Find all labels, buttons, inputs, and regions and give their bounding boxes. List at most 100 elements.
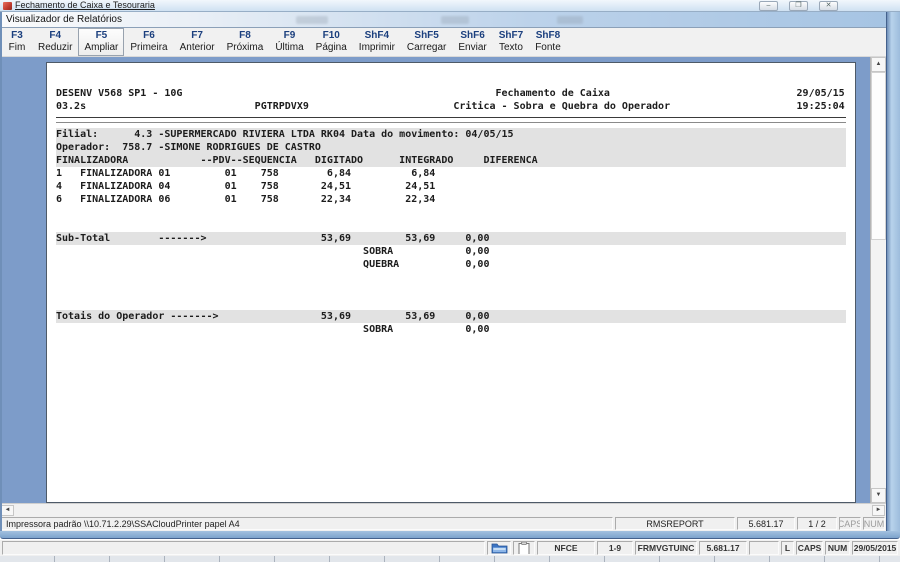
toolbar-button-enviar[interactable]: ShF6 Enviar <box>452 28 492 56</box>
app-caps-indicator: CAPS <box>796 541 823 555</box>
toolbar-button-próxima[interactable]: F8 Próxima <box>221 28 270 56</box>
toolbar-button-imprimir[interactable]: ShF4 Imprimir <box>353 28 401 56</box>
toolbar-button-reduzir[interactable]: F4 Reduzir <box>32 28 78 56</box>
report-line <box>56 284 846 297</box>
taskbar-strip[interactable] <box>0 556 900 562</box>
viewer-statusbar: Impressora padrão \\10.71.2.29\SSACloudP… <box>0 516 886 531</box>
scroll-up-icon[interactable]: ▲ <box>871 57 886 72</box>
toolbar-button-label: Reduzir <box>38 42 73 53</box>
report-body: DESENV V568 SP1 - 10G Fechamento de Caix… <box>56 87 846 336</box>
report-line: 1 FINALIZADORA 01 01 758 6,84 6,84 <box>56 168 436 179</box>
toolbar-key-label: ShF4 <box>364 30 390 41</box>
toolbar-button-label: Primeira <box>130 42 168 53</box>
page-indicator: 1 / 2 <box>797 517 837 530</box>
horizontal-scrollbar[interactable]: ◄ ► <box>0 503 886 516</box>
toolbar-button-texto[interactable]: ShF7 Texto <box>493 28 529 56</box>
titlebar-artifact <box>441 16 469 24</box>
app-form-name: FRMVGTUINC <box>635 541 697 555</box>
toolbar-button-carregar[interactable]: ShF5 Carregar <box>401 28 452 56</box>
report-line: QUEBRA 0,00 <box>56 259 490 270</box>
toolbar-button-label: Carregar <box>406 42 447 53</box>
toolbar-button-primeira[interactable]: F6 Primeira <box>124 28 173 56</box>
app-empty-cell <box>749 541 779 555</box>
toolbar-button-fim[interactable]: F3 Fim <box>2 28 32 56</box>
toolbar-key-label: ShF7 <box>498 30 524 41</box>
vertical-scroll-thumb[interactable] <box>871 72 886 240</box>
report-line: Filial: 4.3 -SUPERMERCADO RIVIERA LTDA R… <box>56 128 846 141</box>
report-line: FINALIZADORA --PDV--SEQUENCIA DIGITADO I… <box>56 154 846 167</box>
window-border-bottom <box>0 531 900 539</box>
report-page: DESENV V568 SP1 - 10G Fechamento de Caix… <box>46 62 856 503</box>
toolbar-key-label: ShF5 <box>414 30 439 41</box>
clipboard-icon <box>513 541 535 555</box>
app-num-indicator: NUM <box>825 541 850 555</box>
close-button[interactable]: ✕ <box>819 1 838 11</box>
toolbar-key-label: F6 <box>143 30 155 41</box>
toolbar-button-label: Anterior <box>179 42 215 53</box>
window-border-right <box>886 12 900 531</box>
toolbar-key-label: ShF6 <box>460 30 485 41</box>
app-version: 5.681.17 <box>699 541 747 555</box>
toolbar: F3 Fim F4 Reduzir F5 Ampliar F6 Primeira F7 Anter… <box>0 28 886 57</box>
app-statusbar: NFCE 1-9 FRMVGTUINC 5.681.17 L CAPS NUM 29/05/2… <box>0 539 900 556</box>
toolbar-key-label: F7 <box>191 30 203 41</box>
report-line: Operador: 758.7 -SIMONE RODRIGUES DE CAS… <box>56 141 846 154</box>
toolbar-button-última[interactable]: F9 Última <box>269 28 309 56</box>
toolbar-button-label: Fim <box>8 42 26 53</box>
app-icon <box>3 2 12 10</box>
minimize-button[interactable]: – <box>759 1 778 11</box>
report-line: SOBRA 0,00 <box>56 324 490 335</box>
toolbar-button-label: Página <box>315 42 347 53</box>
report-line <box>56 219 846 232</box>
report-name: RMSREPORT <box>615 517 735 530</box>
num-indicator: NUM <box>863 517 885 530</box>
toolbar-key-label: F10 <box>322 30 340 41</box>
titlebar-artifact <box>557 16 583 24</box>
report-line: DESENV V568 SP1 - 10G Fechamento de Caix… <box>56 88 845 99</box>
toolbar-button-ampliar[interactable]: F5 Ampliar <box>78 28 125 56</box>
app-status-message <box>2 541 485 555</box>
folder-icon <box>487 541 511 555</box>
app-flag-l: L <box>781 541 794 555</box>
scroll-left-icon[interactable]: ◄ <box>1 505 14 516</box>
vertical-scrollbar[interactable]: ▲ ▼ <box>870 57 886 503</box>
window-titlebar: Fechamento de Caixa e Tesouraria – ❐ ✕ <box>0 0 900 12</box>
toolbar-button-label: Ampliar <box>84 42 119 53</box>
toolbar-button-label: Fonte <box>535 42 561 53</box>
version-number: 5.681.17 <box>737 517 795 530</box>
printer-status: Impressora padrão \\10.71.2.29\SSACloudP… <box>1 517 613 530</box>
toolbar-key-label: F5 <box>95 30 108 41</box>
toolbar-key-label: ShF8 <box>535 30 561 41</box>
report-line: Sub-Total -------> 53,69 53,69 0,00 <box>56 232 846 245</box>
report-line <box>56 206 846 219</box>
app-flag-nfce: NFCE <box>537 541 595 555</box>
report-viewport: DESENV V568 SP1 - 10G Fechamento de Caix… <box>0 57 870 503</box>
toolbar-key-label: F4 <box>49 30 62 41</box>
restore-button[interactable]: ❐ <box>789 1 808 11</box>
window-border-left <box>0 12 2 531</box>
window-controls: – ❐ ✕ <box>759 1 838 11</box>
toolbar-button-label: Imprimir <box>358 42 395 53</box>
scroll-down-icon[interactable]: ▼ <box>871 488 886 503</box>
toolbar-button-página[interactable]: F10 Página <box>310 28 353 56</box>
report-line: 4 FINALIZADORA 04 01 758 24,51 24,51 <box>56 181 436 192</box>
titlebar-artifact <box>296 16 328 24</box>
toolbar-button-label: Enviar <box>458 42 487 53</box>
caps-indicator: CAPS <box>839 517 861 530</box>
toolbar-button-fonte[interactable]: ShF8 Fonte <box>529 28 567 56</box>
report-line: 6 FINALIZADORA 06 01 758 22,34 22,34 <box>56 194 436 205</box>
toolbar-key-label: F9 <box>283 30 296 41</box>
scroll-right-icon[interactable]: ► <box>872 505 885 516</box>
toolbar-button-label: Texto <box>499 42 523 53</box>
viewer-titlebar: Visualizador de Relatórios <box>0 12 886 28</box>
app-date: 29/05/2015 <box>852 541 898 555</box>
report-line <box>56 271 846 284</box>
app-flag-range: 1-9 <box>597 541 633 555</box>
toolbar-key-label: F8 <box>239 30 251 41</box>
report-line: 03.2s PGTRPDVX9 Critica - Sobra e Quebra… <box>56 101 845 112</box>
report-divider <box>56 117 846 123</box>
report-line: SOBRA 0,00 <box>56 246 490 257</box>
toolbar-button-anterior[interactable]: F7 Anterior <box>174 28 221 56</box>
toolbar-button-label: Última <box>275 42 304 53</box>
report-line <box>56 297 846 310</box>
